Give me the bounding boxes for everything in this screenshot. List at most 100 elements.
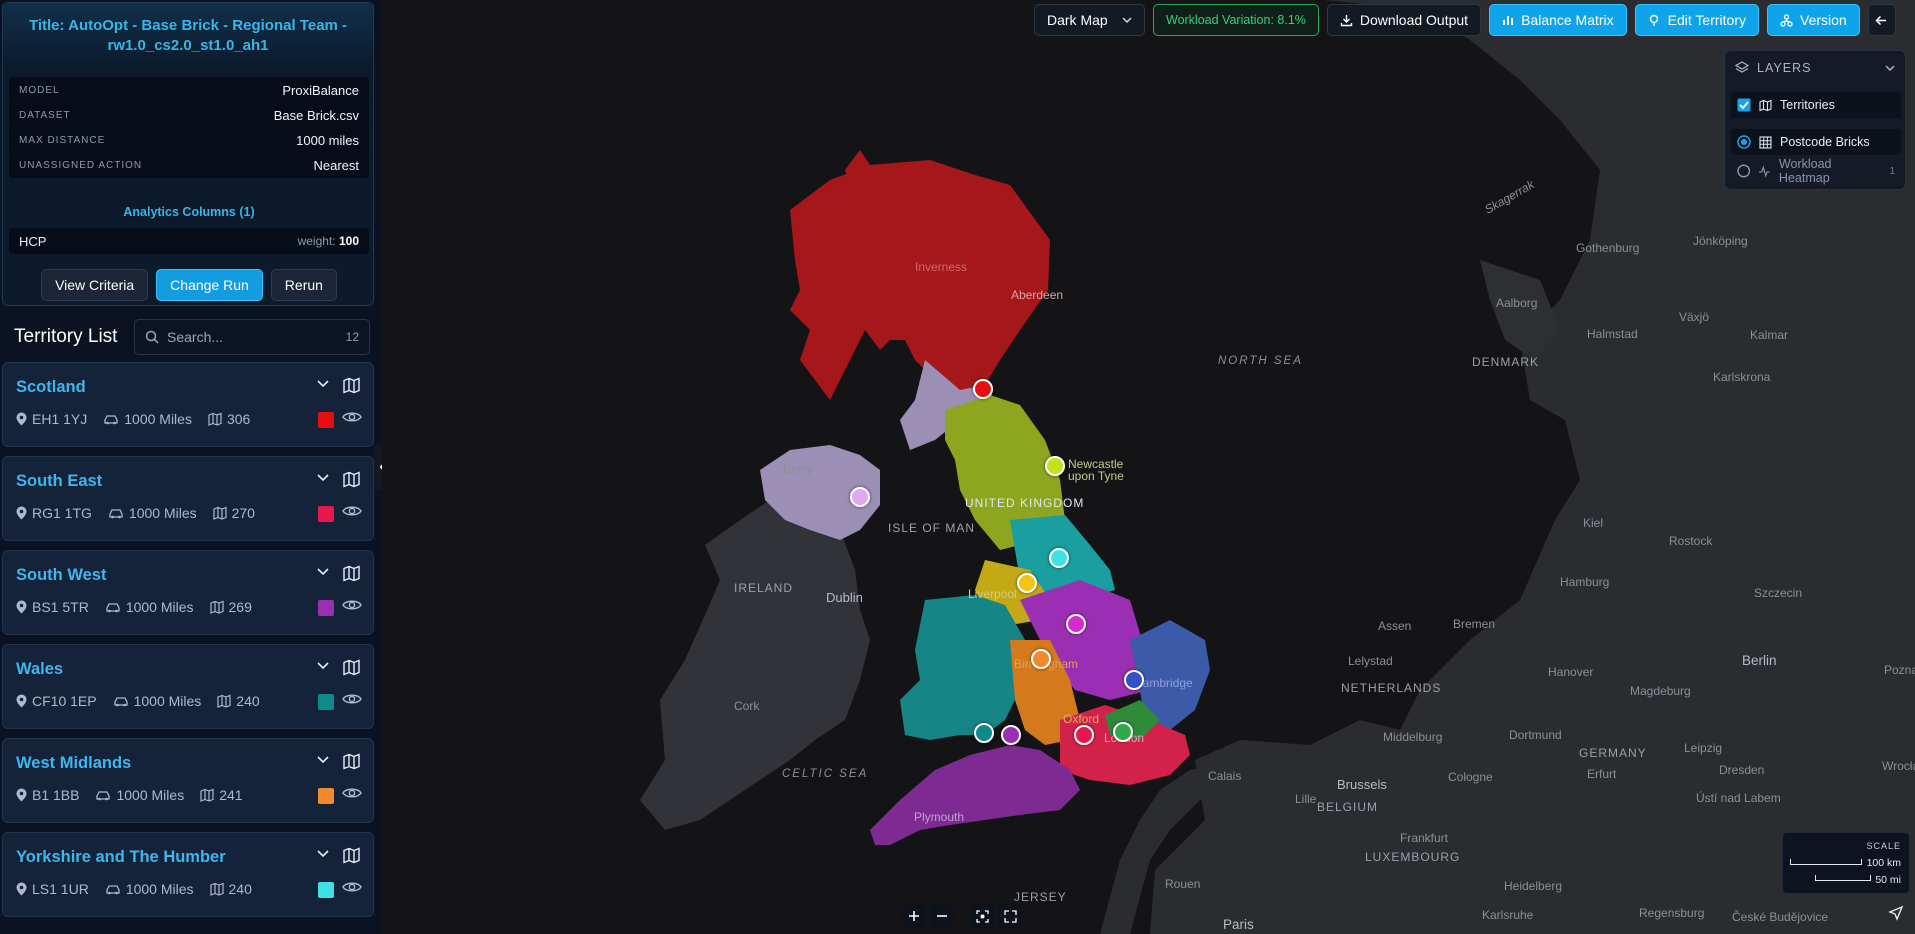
territory-pin-west-midlands[interactable]: [1031, 649, 1051, 669]
territory-card-west-midlands[interactable]: West Midlands B1 1BB 1000 Miles 241: [2, 738, 374, 823]
zoom-out-button[interactable]: [930, 904, 954, 928]
territory-postcode: EH1 1YJ: [32, 411, 88, 427]
edit-territory-button[interactable]: Edit Territory: [1634, 4, 1759, 36]
label-ireland: IRELAND: [734, 581, 794, 595]
territory-name[interactable]: Wales: [16, 660, 63, 679]
territory-card-wales[interactable]: Wales CF10 1EP 1000 Miles 240: [2, 644, 374, 729]
balance-matrix-button[interactable]: Balance Matrix: [1489, 4, 1627, 36]
layer-label: Territories: [1780, 98, 1835, 112]
back-button[interactable]: [1867, 4, 1896, 36]
fit-bounds-button[interactable]: [970, 904, 994, 928]
chevron-down-icon: [1885, 65, 1895, 71]
label-city: Szczecin: [1754, 586, 1803, 600]
label-city: Rouen: [1165, 877, 1201, 891]
layers-icon: [1735, 61, 1749, 73]
territory-pin-scotland[interactable]: [973, 379, 993, 399]
chevron-down-icon[interactable]: [317, 850, 329, 858]
locate-button[interactable]: [1888, 905, 1904, 926]
territory-pin[interactable]: [850, 487, 870, 507]
radio-icon[interactable]: [1737, 164, 1751, 178]
territory-color-swatch[interactable]: [318, 412, 334, 428]
map-canvas[interactable]: NORTH SEA CELTIC SEA Skagerrak UNITED KI…: [382, 0, 1915, 934]
territory-pin[interactable]: [1124, 670, 1144, 690]
territory-meta: B1 1BB 1000 Miles 241: [16, 787, 243, 803]
eye-icon[interactable]: [342, 410, 362, 424]
territory-name[interactable]: Scotland: [16, 378, 86, 397]
map-icon[interactable]: [343, 565, 360, 582]
territory-pin-south-east[interactable]: [1074, 725, 1094, 745]
chevron-down-icon[interactable]: [317, 662, 329, 670]
run-info-panel: Title: AutoOpt - Base Brick - Regional T…: [2, 2, 374, 306]
map-icon[interactable]: [343, 659, 360, 676]
radio-selected-icon[interactable]: [1737, 135, 1751, 149]
search-input[interactable]: [167, 329, 317, 345]
territory-card-south-west[interactable]: South West BS1 5TR 1000 Miles 269: [2, 550, 374, 635]
label-city: Newcastle upon Tyne: [1068, 457, 1124, 483]
territory-card-scotland[interactable]: Scotland EH1 1YJ 1000 Miles 306: [2, 362, 374, 447]
rerun-button[interactable]: Rerun: [270, 269, 337, 301]
chevron-down-icon[interactable]: [317, 474, 329, 482]
map-icon: [200, 788, 214, 802]
location-pin-icon: [16, 412, 27, 426]
territory-name[interactable]: South East: [16, 472, 102, 491]
chevron-down-icon[interactable]: [317, 756, 329, 764]
territory-postcode: RG1 1TG: [32, 505, 92, 521]
territory-name[interactable]: South West: [16, 566, 106, 585]
territory-brick-count: 240: [228, 881, 252, 897]
git-branch-icon: [1780, 13, 1793, 27]
label-city: Gothenburg: [1576, 241, 1640, 255]
version-button[interactable]: Version: [1767, 4, 1860, 36]
label-city: Jönköping: [1693, 234, 1748, 248]
territory-name[interactable]: Yorkshire and The Humber: [16, 848, 226, 867]
territory-distance: 1000 Miles: [116, 787, 185, 803]
territory-search[interactable]: 12: [134, 319, 370, 355]
territory-color-swatch[interactable]: [318, 882, 334, 898]
map-icon[interactable]: [343, 753, 360, 770]
label-uk: UNITED KINGDOM: [965, 496, 1085, 510]
territory-postcode: B1 1BB: [32, 787, 80, 803]
territory-distance: 1000 Miles: [125, 881, 194, 897]
car-icon: [106, 885, 120, 895]
territory-color-swatch[interactable]: [318, 788, 334, 804]
territory-card-yorkshire-and-the-humber[interactable]: Yorkshire and The Humber LS1 1UR 1000 Mile…: [2, 832, 374, 917]
checkbox-checked-icon[interactable]: [1737, 98, 1751, 112]
territory-pin-yorkshire-and-the-humber[interactable]: [1049, 548, 1069, 568]
territory-postcode: LS1 1UR: [32, 881, 89, 897]
change-run-button[interactable]: Change Run: [156, 269, 263, 301]
territory-pin[interactable]: [1017, 573, 1037, 593]
fullscreen-button[interactable]: [998, 904, 1022, 928]
layer-postcode-bricks[interactable]: Postcode Bricks: [1731, 129, 1901, 155]
eye-icon[interactable]: [342, 880, 362, 894]
eye-icon[interactable]: [342, 786, 362, 800]
layer-workload-heatmap[interactable]: Workload Heatmap 1: [1731, 157, 1901, 185]
eye-icon[interactable]: [342, 504, 362, 518]
layer-territories[interactable]: Territories: [1731, 92, 1901, 118]
territory-brick-count: 269: [228, 599, 252, 615]
layers-header[interactable]: LAYERS: [1725, 51, 1905, 85]
territory-meta: LS1 1UR 1000 Miles 240: [16, 881, 252, 897]
download-output-button[interactable]: Download Output: [1326, 4, 1482, 36]
territory-color-swatch[interactable]: [318, 694, 334, 710]
territory-pin-wales[interactable]: [974, 723, 994, 743]
eye-icon[interactable]: [342, 692, 362, 706]
basemap-select[interactable]: Dark Map: [1034, 4, 1145, 36]
territory-color-swatch[interactable]: [318, 600, 334, 616]
territory-pin[interactable]: [1045, 456, 1065, 476]
territory-pin-south-west[interactable]: [1001, 725, 1021, 745]
chevron-down-icon[interactable]: [317, 568, 329, 576]
view-criteria-button[interactable]: View Criteria: [41, 269, 149, 301]
territory-name[interactable]: West Midlands: [16, 754, 131, 773]
territory-card-south-east[interactable]: South East RG1 1TG 1000 Miles 270: [2, 456, 374, 541]
chevron-down-icon[interactable]: [317, 380, 329, 388]
territory-pin[interactable]: [1113, 722, 1133, 742]
navigation-arrow-icon: [1888, 905, 1904, 921]
territory-color-swatch[interactable]: [318, 506, 334, 522]
label-city: Lelystad: [1348, 654, 1393, 668]
map-icon[interactable]: [343, 377, 360, 394]
eye-icon[interactable]: [342, 598, 362, 612]
map-icon[interactable]: [343, 471, 360, 488]
territory-pin[interactable]: [1066, 614, 1086, 634]
territory-brick-count: 270: [231, 505, 255, 521]
zoom-in-button[interactable]: [902, 904, 926, 928]
map-icon[interactable]: [343, 847, 360, 864]
